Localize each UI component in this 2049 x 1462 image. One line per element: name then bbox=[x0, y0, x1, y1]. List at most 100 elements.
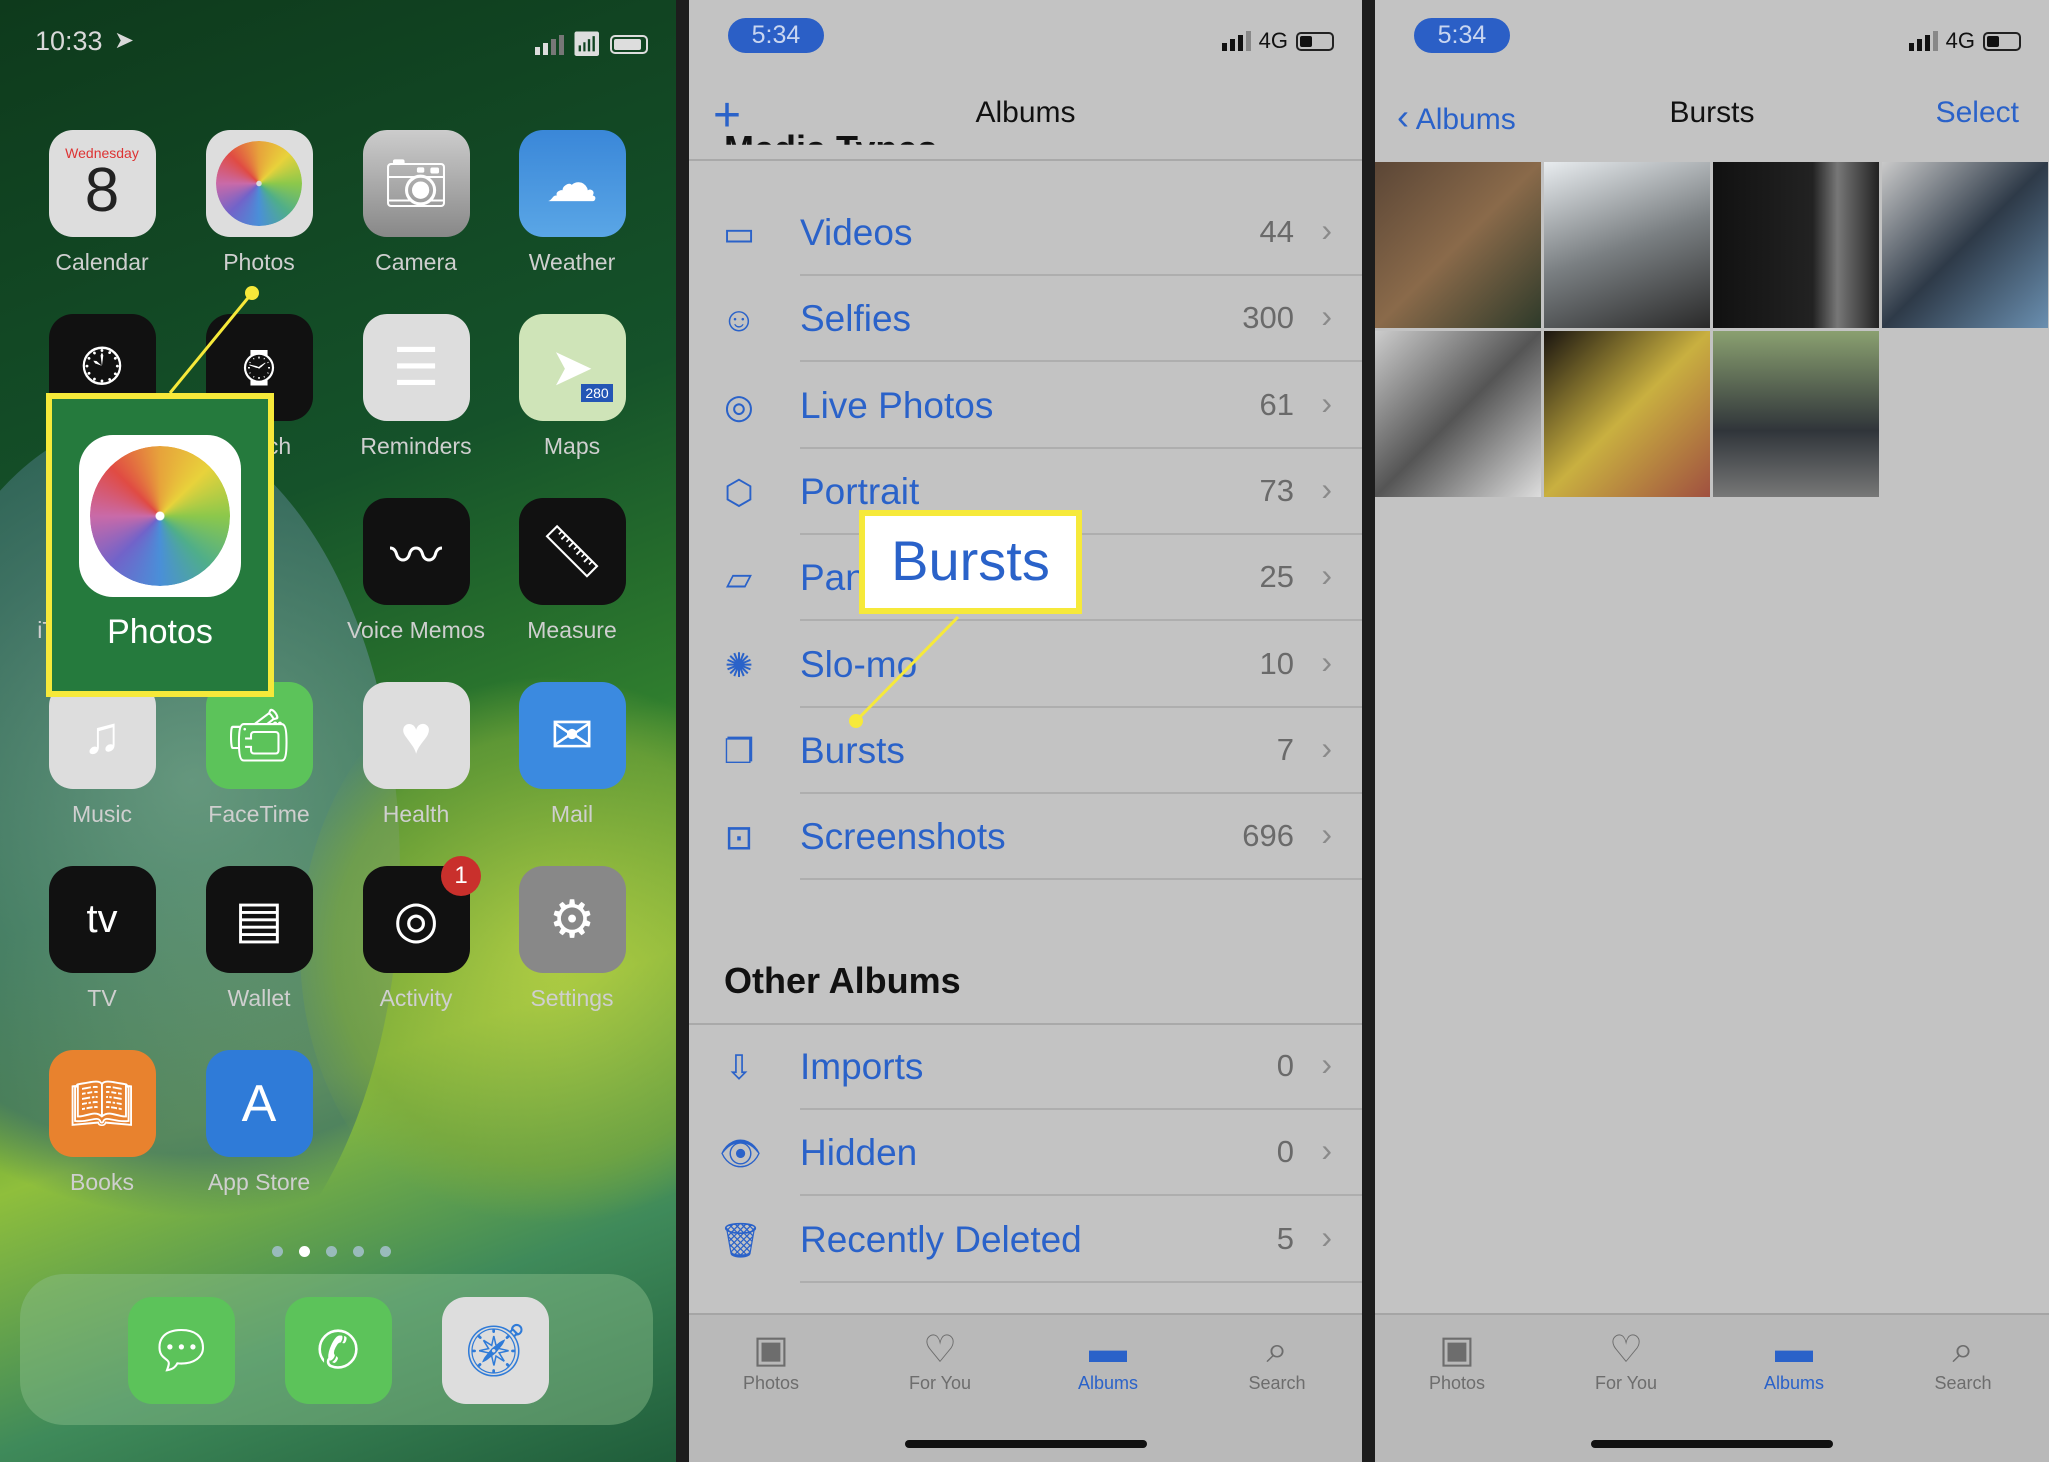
page-indicator[interactable] bbox=[272, 1246, 391, 1257]
chevron-right-icon: › bbox=[1321, 384, 1332, 421]
live-photo-icon: ◎ bbox=[724, 387, 754, 426]
album-count: 7 bbox=[1276, 731, 1294, 767]
album-label: Bursts bbox=[800, 729, 905, 771]
tab-label: Search bbox=[1934, 1373, 1992, 1393]
page-title: Albums bbox=[975, 96, 1076, 129]
burst-photo-thumbnail[interactable] bbox=[1375, 162, 1541, 328]
safari-app[interactable]: 🧭︎ bbox=[420, 1297, 570, 1404]
tab-search[interactable]: ⌕ Search bbox=[1212, 1327, 1342, 1394]
chevron-left-icon: ‹ bbox=[1397, 96, 1409, 137]
mail-icon: ✉ bbox=[518, 682, 626, 789]
album-count: 0 bbox=[1276, 1048, 1294, 1083]
network-label: 4G bbox=[1258, 28, 1288, 53]
tab-bar: ▣ Photos ♡ For You ▬ Albums ⌕ Search bbox=[689, 1313, 1362, 1462]
bursts-callout: Bursts bbox=[859, 510, 1082, 614]
album-label: Live Photos bbox=[800, 384, 994, 426]
phone-icon: ✆ bbox=[284, 1297, 392, 1404]
books-icon: 📖︎ bbox=[48, 1050, 156, 1157]
tab-bar: ▣ Photos ♡ For You ▬ Albums ⌕ Search bbox=[1375, 1313, 2049, 1462]
tab-photos[interactable]: ▣ Photos bbox=[706, 1327, 836, 1394]
facetime-icon: 📹︎ bbox=[205, 682, 313, 789]
music-icon-glyph: ♫ bbox=[82, 706, 122, 765]
reminders-icon: ☰ bbox=[362, 314, 470, 421]
battery-icon bbox=[610, 35, 648, 54]
tv-icon: tv bbox=[48, 866, 156, 973]
album-row-screenshots[interactable]: ⊡ Screenshots 696 › bbox=[689, 794, 1362, 881]
app-measure[interactable]: 📏︎ Measure bbox=[497, 498, 647, 644]
app-maps[interactable]: ➤ 280 Maps bbox=[497, 314, 647, 460]
app-label: Settings bbox=[530, 985, 614, 1011]
other-albums-header: Other Albums bbox=[724, 960, 961, 1001]
hidden-eye-icon: 👁︎ bbox=[719, 1135, 763, 1174]
burst-photo-thumbnail[interactable] bbox=[1544, 331, 1710, 497]
burst-photo-thumbnail[interactable] bbox=[1713, 162, 1879, 328]
wifi-icon: 📶︎ bbox=[571, 31, 602, 58]
reminders-icon-glyph: ☰ bbox=[392, 338, 440, 397]
tab-label: Albums bbox=[1763, 1373, 1825, 1393]
album-label: Portrait bbox=[800, 470, 920, 512]
tab-photos[interactable]: ▣ Photos bbox=[1392, 1327, 1522, 1394]
photos-stack-icon: ▣ bbox=[753, 1329, 789, 1371]
album-count: 25 bbox=[1259, 559, 1294, 595]
screenshot-icon: ⊡ bbox=[724, 819, 754, 858]
album-row-live-photos[interactable]: ◎ Live Photos 61 › bbox=[689, 363, 1362, 449]
app-label: Mail bbox=[550, 801, 594, 827]
battery-icon bbox=[1983, 31, 2021, 51]
home-indicator[interactable] bbox=[904, 1440, 1147, 1448]
select-button[interactable]: Select bbox=[1936, 96, 2019, 130]
tab-for-you[interactable]: ♡ For You bbox=[875, 1327, 1005, 1394]
home-indicator[interactable] bbox=[1591, 1440, 1833, 1448]
search-icon: ⌕ bbox=[1266, 1329, 1288, 1371]
album-row-recently-deleted[interactable]: 🗑︎ Recently Deleted 5 › bbox=[689, 1197, 1362, 1283]
photos-app-highlight[interactable]: Photos bbox=[46, 393, 274, 697]
calendar-icon: Wednesday 8 bbox=[48, 130, 156, 237]
mail-icon-glyph: ✉ bbox=[550, 706, 594, 765]
album-label: Hidden bbox=[800, 1132, 918, 1174]
tab-albums[interactable]: ▬ Albums bbox=[1729, 1327, 1859, 1394]
trash-icon: 🗑︎ bbox=[719, 1221, 763, 1260]
album-row-slo-mo[interactable]: ✺ Slo-mo 10 › bbox=[689, 622, 1362, 708]
tab-for-you[interactable]: ♡ For You bbox=[1561, 1327, 1691, 1394]
photos-icon bbox=[79, 435, 241, 597]
album-row-hidden[interactable]: 👁︎ Hidden 0 › bbox=[689, 1110, 1362, 1197]
weather-icon: ☁ bbox=[518, 130, 626, 237]
phone-app[interactable]: ✆ bbox=[263, 1297, 413, 1404]
burst-photo-thumbnail[interactable] bbox=[1882, 162, 2048, 328]
album-row-selfies[interactable]: ☺ Selfies 300 › bbox=[689, 276, 1362, 363]
slomo-icon: ✺ bbox=[724, 646, 754, 685]
burst-photo-thumbnail[interactable] bbox=[1375, 331, 1541, 497]
search-icon: ⌕ bbox=[1952, 1329, 1974, 1371]
album-label: Screenshots bbox=[800, 816, 1006, 858]
network-label: 4G bbox=[1945, 28, 1975, 53]
album-row-bursts[interactable]: ❐ Bursts 7 › bbox=[689, 708, 1362, 794]
app-weather[interactable]: ☁ Weather bbox=[497, 130, 647, 276]
calendar-date: 8 bbox=[84, 155, 120, 225]
back-button[interactable]: ‹ Albums bbox=[1397, 96, 1516, 138]
app-label: App Store bbox=[207, 1169, 311, 1195]
album-row-imports[interactable]: ⇩ Imports 0 › bbox=[689, 1024, 1362, 1110]
album-count: 61 bbox=[1259, 386, 1294, 422]
chevron-right-icon: › bbox=[1321, 212, 1332, 248]
selfie-icon: ☺ bbox=[721, 301, 757, 340]
app-app-store[interactable]: A App Store bbox=[184, 1050, 334, 1196]
signal-icon bbox=[534, 34, 564, 55]
albums-icon: ▬ bbox=[1775, 1329, 1813, 1371]
album-row-videos[interactable]: ▭ Videos 44 › bbox=[689, 190, 1362, 276]
messages-app[interactable]: 💬︎ bbox=[106, 1297, 256, 1404]
tab-label: For You bbox=[1594, 1373, 1658, 1393]
messages-icon: 💬︎ bbox=[127, 1297, 235, 1404]
for-you-icon: ♡ bbox=[1608, 1329, 1644, 1371]
burst-photo-thumbnail[interactable] bbox=[1713, 331, 1879, 497]
bursts-screen: 5:34 4G Bursts ‹ Albums Select ▣ Photos ♡ F… bbox=[1375, 0, 2049, 1462]
tab-search[interactable]: ⌕ Search bbox=[1898, 1327, 2028, 1394]
voice-memos-icon-glyph: 〰 bbox=[389, 528, 442, 586]
import-icon: ⇩ bbox=[724, 1049, 754, 1087]
status-time: 10:33 bbox=[35, 26, 103, 56]
tab-albums[interactable]: ▬ Albums bbox=[1043, 1327, 1173, 1394]
app-settings[interactable]: ⚙ Settings bbox=[497, 866, 647, 1012]
chevron-right-icon: › bbox=[1321, 729, 1332, 766]
home-screen: 10:33 ➤ 📶︎ Wednesday 8 Calendar Photos 📷︎ Cam… bbox=[0, 0, 676, 1462]
app-mail[interactable]: ✉ Mail bbox=[497, 682, 647, 828]
app-label: Weather bbox=[528, 249, 616, 275]
burst-photo-thumbnail[interactable] bbox=[1544, 162, 1710, 328]
